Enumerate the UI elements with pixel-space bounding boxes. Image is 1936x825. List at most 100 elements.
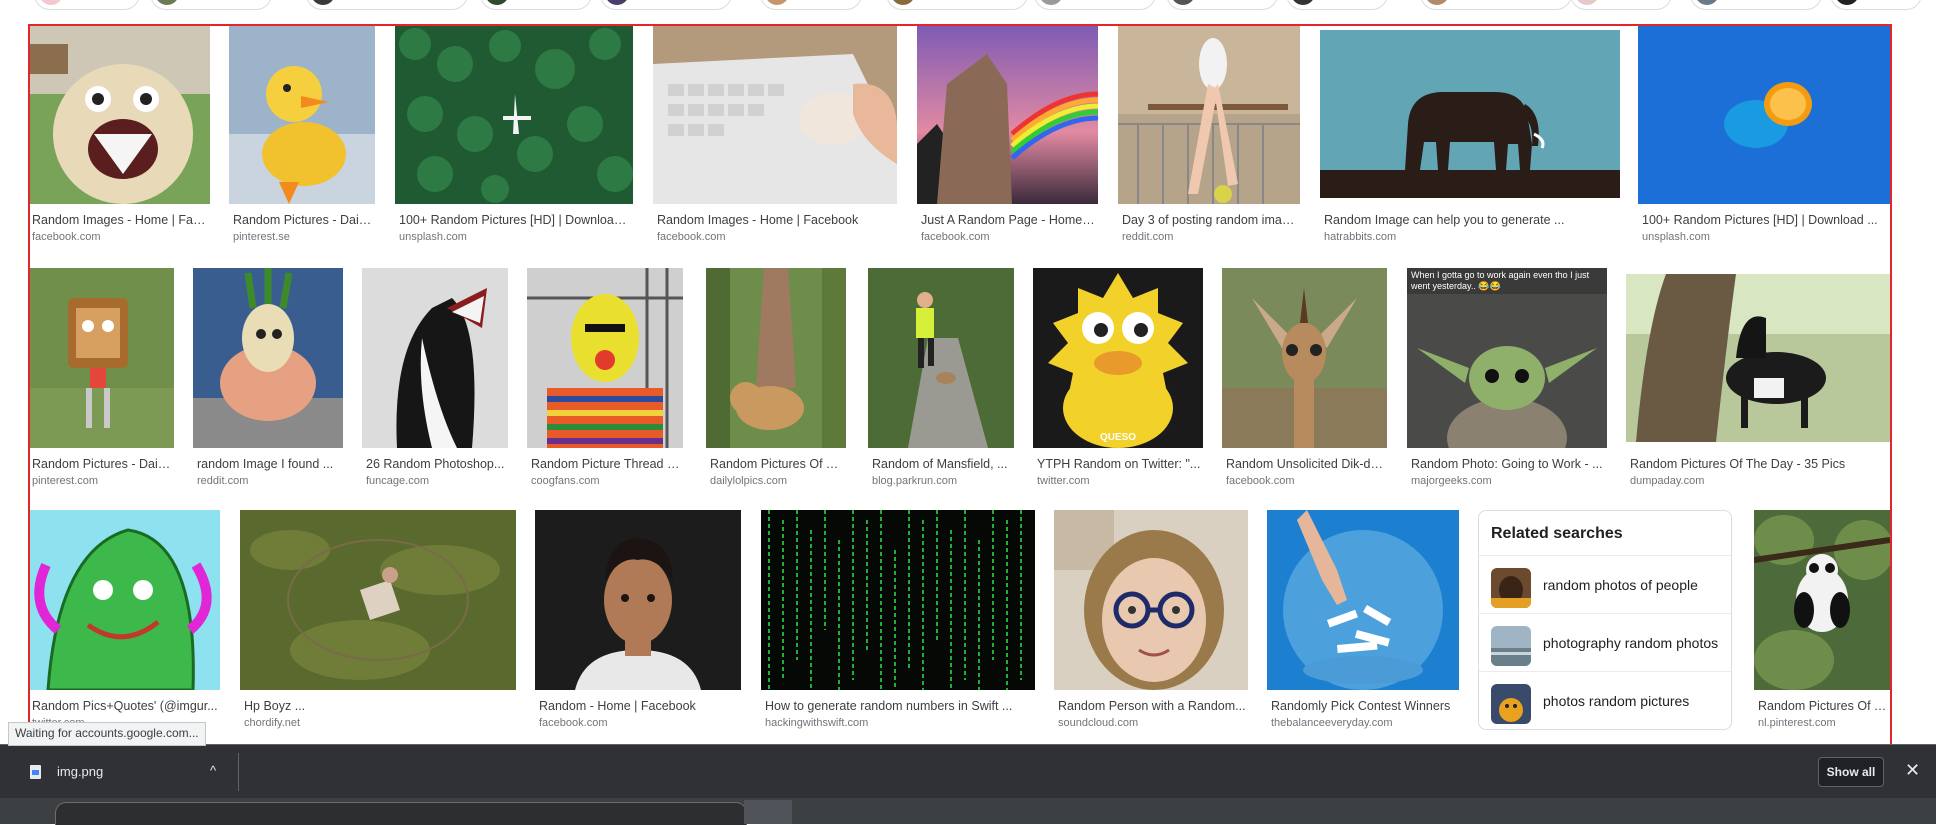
image-result[interactable]: Random Picture Thread - ... coogfans.com bbox=[527, 268, 683, 494]
result-title[interactable]: 26 Random Photoshop... bbox=[366, 456, 506, 472]
taskbar-tab[interactable] bbox=[744, 800, 792, 824]
search-chip[interactable] bbox=[600, 0, 732, 10]
result-source: facebook.com bbox=[32, 231, 101, 243]
image-result[interactable]: Random Images - Home | Facebook facebook… bbox=[653, 24, 897, 250]
image-result[interactable]: Random Pictures - Daily... pinterest.com bbox=[28, 268, 174, 494]
result-title[interactable]: Randomly Pick Contest Winners bbox=[1271, 698, 1457, 714]
search-chip[interactable] bbox=[886, 0, 1028, 10]
result-source: unsplash.com bbox=[1642, 231, 1710, 243]
related-search-label[interactable]: photos random pictures bbox=[1543, 672, 1723, 730]
result-title[interactable]: Random Pictures Of The... bbox=[1758, 698, 1888, 714]
result-title[interactable]: Random - Home | Facebook bbox=[539, 698, 739, 714]
image-result[interactable]: Hp Boyz ... chordify.net bbox=[240, 510, 516, 736]
image-result[interactable]: 26 Random Photoshop... funcage.com bbox=[362, 268, 508, 494]
result-source: hatrabbits.com bbox=[1324, 231, 1397, 243]
result-title[interactable]: Random Pictures - Daily... bbox=[233, 212, 373, 228]
search-chip[interactable] bbox=[306, 0, 468, 10]
related-thumbnail bbox=[1491, 626, 1531, 666]
search-chip[interactable] bbox=[480, 0, 592, 10]
result-title[interactable]: Random of Mansfield, ... bbox=[872, 456, 1012, 472]
result-thumbnail bbox=[1222, 268, 1387, 448]
image-result[interactable]: Day 3 of posting random images reddit.co… bbox=[1118, 24, 1300, 250]
image-result[interactable]: When I gotta go to work again even tho I… bbox=[1407, 268, 1607, 494]
result-thumbnail bbox=[1054, 510, 1248, 690]
search-chip[interactable] bbox=[1166, 0, 1278, 10]
search-chip[interactable] bbox=[1286, 0, 1388, 10]
result-title[interactable]: Random Photo: Going to Work - ... bbox=[1411, 456, 1605, 472]
result-title[interactable]: Day 3 of posting random images bbox=[1122, 212, 1298, 228]
result-source: facebook.com bbox=[1226, 475, 1295, 487]
related-search-item[interactable]: random photos of people bbox=[1479, 555, 1731, 614]
result-thumbnail bbox=[362, 268, 508, 448]
result-title[interactable]: random Image I found ... bbox=[197, 456, 341, 472]
image-result[interactable]: Randomly Pick Contest Winners thebalance… bbox=[1267, 510, 1459, 736]
related-search-label[interactable]: photography random photos bbox=[1543, 614, 1723, 672]
result-source: thebalanceeveryday.com bbox=[1271, 717, 1393, 729]
result-thumbnail bbox=[28, 24, 210, 204]
result-thumbnail bbox=[1267, 510, 1459, 690]
result-source: twitter.com bbox=[1037, 475, 1090, 487]
image-result[interactable]: random Image I found ... reddit.com bbox=[193, 268, 343, 494]
result-title[interactable]: Random Image can help you to generate ..… bbox=[1324, 212, 1618, 228]
image-result[interactable]: Random Pics+Quotes' (@imgur... twitter.c… bbox=[28, 510, 220, 736]
result-title[interactable]: 100+ Random Pictures [HD] | Download ... bbox=[1642, 212, 1888, 228]
related-thumbnail bbox=[1491, 568, 1531, 608]
search-chip[interactable] bbox=[760, 0, 862, 10]
image-result[interactable]: How to generate random numbers in Swift … bbox=[761, 510, 1035, 736]
related-search-item[interactable]: photography random photos bbox=[1479, 613, 1731, 672]
result-title[interactable]: Random Pictures - Daily... bbox=[32, 456, 172, 472]
image-result[interactable]: 100+ Random Pictures [HD] | Download ...… bbox=[395, 24, 633, 250]
result-title[interactable]: How to generate random numbers in Swift … bbox=[765, 698, 1033, 714]
image-result[interactable]: Random Unsolicited Dik-dik... facebook.c… bbox=[1222, 268, 1387, 494]
search-chip[interactable] bbox=[1570, 0, 1672, 10]
result-title[interactable]: Just A Random Page - Home | Facebook bbox=[921, 212, 1096, 228]
image-result[interactable]: Random Pictures - Daily... pinterest.se bbox=[229, 24, 375, 250]
result-title[interactable]: Random Person with a Random... bbox=[1058, 698, 1246, 714]
related-searches-panel: Related searches random photos of people… bbox=[1478, 510, 1732, 730]
image-result[interactable]: Random Image can help you to generate ..… bbox=[1320, 24, 1620, 250]
result-title[interactable]: Random Pictures Of The Day - 35 Pics bbox=[1630, 456, 1888, 472]
result-title[interactable]: Random Unsolicited Dik-dik... bbox=[1226, 456, 1385, 472]
result-title[interactable]: Random Pics+Quotes' (@imgur... bbox=[32, 698, 218, 714]
close-icon[interactable]: ✕ bbox=[1905, 759, 1920, 781]
result-title[interactable]: Random Images - Home | Facebook bbox=[657, 212, 895, 228]
image-result[interactable]: Random of Mansfield, ... blog.parkrun.co… bbox=[868, 268, 1014, 494]
result-source: facebook.com bbox=[657, 231, 726, 243]
image-result[interactable]: Random Pictures Of The... dailylolpics.c… bbox=[706, 268, 846, 494]
result-title[interactable]: Random Images - Home | Facebook bbox=[32, 212, 208, 228]
search-chip[interactable] bbox=[150, 0, 272, 10]
search-chip[interactable] bbox=[1034, 0, 1156, 10]
show-all-button[interactable]: Show all bbox=[1818, 757, 1884, 787]
result-title[interactable]: Hp Boyz ... bbox=[244, 698, 514, 714]
result-thumbnail bbox=[868, 268, 1014, 448]
chevron-up-icon[interactable]: ^ bbox=[210, 763, 216, 778]
status-bubble: Waiting for accounts.google.com... bbox=[8, 722, 206, 746]
image-result[interactable]: Random Pictures Of The Day - 35 Pics dum… bbox=[1626, 268, 1890, 494]
image-caption-text: QUESO bbox=[1099, 432, 1137, 443]
divider bbox=[238, 753, 239, 791]
search-chip[interactable] bbox=[34, 0, 140, 10]
image-result[interactable]: Random Pictures Of The... nl.pinterest.c… bbox=[1754, 510, 1890, 736]
result-source: coogfans.com bbox=[531, 475, 600, 487]
image-result[interactable]: Just A Random Page - Home | Facebook fac… bbox=[917, 24, 1098, 250]
related-search-label[interactable]: random photos of people bbox=[1543, 556, 1723, 614]
result-thumbnail: When I gotta go to work again even tho I… bbox=[1407, 268, 1607, 448]
download-item[interactable]: img.png ^ bbox=[10, 753, 234, 791]
image-result[interactable]: Random - Home | Facebook facebook.com bbox=[535, 510, 741, 736]
image-result[interactable]: 100+ Random Pictures [HD] | Download ...… bbox=[1638, 24, 1890, 250]
image-caption-text: When I gotta go to work again even tho I… bbox=[1411, 270, 1590, 291]
result-thumbnail bbox=[1118, 24, 1300, 204]
image-result[interactable]: Random Person with a Random... soundclou… bbox=[1054, 510, 1248, 736]
search-chip[interactable] bbox=[1690, 0, 1822, 10]
related-search-item[interactable]: photos random pictures bbox=[1479, 671, 1731, 730]
result-source: dailylolpics.com bbox=[710, 475, 788, 487]
image-result[interactable]: QUESO YTPH Random on Twitter: "... twitt… bbox=[1033, 268, 1203, 494]
result-title[interactable]: Random Picture Thread - ... bbox=[531, 456, 681, 472]
result-title[interactable]: YTPH Random on Twitter: "... bbox=[1037, 456, 1201, 472]
image-result[interactable]: Random Images - Home | Facebook facebook… bbox=[28, 24, 210, 250]
result-thumbnail bbox=[1626, 268, 1890, 448]
search-chip[interactable] bbox=[1420, 0, 1572, 10]
result-title[interactable]: 100+ Random Pictures [HD] | Download ... bbox=[399, 212, 631, 228]
search-chip[interactable] bbox=[1830, 0, 1922, 10]
result-title[interactable]: Random Pictures Of The... bbox=[710, 456, 844, 472]
